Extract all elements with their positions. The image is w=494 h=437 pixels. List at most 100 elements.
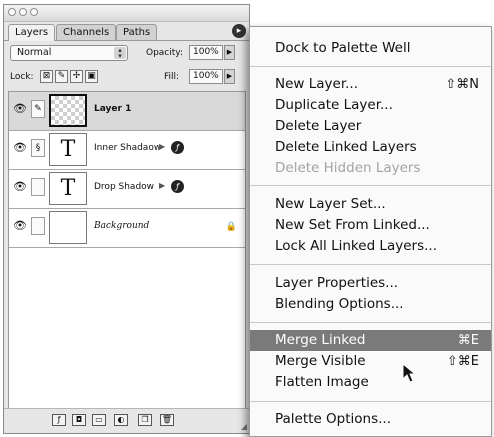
type-t-icon: T [60,176,76,201]
menu-item-dock-to-palette-well[interactable]: Dock to Palette Well [250,38,491,59]
menu-item-delete-layer[interactable]: Delete Layer [250,116,491,137]
blend-mode-value: Normal [17,47,52,58]
layer-row-drop-shadow[interactable]: 👁 T Drop Shadow ▶ ƒ [9,170,245,209]
menu-separator [250,401,491,402]
lock-all-icon[interactable]: ▣ [85,70,98,83]
resize-grip-icon[interactable]: ◢ [241,422,247,431]
menu-item-label: Palette Options... [275,411,392,427]
palette-titlebar [4,5,249,22]
trash-icon[interactable]: 🗑 [160,414,174,426]
menu-item-shortcut: ⌘E [457,333,479,348]
menu-item-label: Flatten Image [275,374,369,390]
type-t-icon: T [60,137,76,162]
menu-item-new-layer-set[interactable]: New Layer Set... [250,194,491,215]
mouse-pointer-icon [402,363,417,383]
layer-name: Background [94,221,150,231]
layer-name: Inner Shadaow [94,143,162,153]
lock-image-icon[interactable]: ✎ [55,70,68,83]
menu-separator [250,264,491,265]
menu-item-label: Lock All Linked Layers... [275,238,437,254]
menu-item-delete-linked-layers[interactable]: Delete Linked Layers [250,137,491,158]
menu-separator [250,66,491,67]
menu-item-blending-options[interactable]: Blending Options... [250,294,491,315]
expand-effects-arrow-icon[interactable]: ▶ [159,142,165,151]
layers-palette: Layers Channels Paths ▸ Normal ▴ ▾ Opacit… [3,4,250,434]
tab-channels[interactable]: Channels [56,24,117,40]
menu-item-label: Delete Linked Layers [275,139,417,155]
lock-row: Lock: ⊠ ✎ ✢ ▣ Fill: 100% ▶ [4,67,249,89]
menu-item-shortcut: ⇧⌘E [446,354,479,369]
blend-row: Normal ▴ ▾ Opacity: 100% ▶ [4,43,249,65]
palette-bottom-bar: ƒ ◘ ▭ ◐ ❐ 🗑 ◢ [4,408,249,433]
text-layer-thumbnail: T [49,133,87,166]
visibility-eye-icon[interactable]: 👁 [12,140,28,156]
menu-item-merge-visible[interactable]: Merge Visible ⇧⌘E [250,351,491,372]
tab-paths[interactable]: Paths [116,24,158,40]
menu-item-label: New Layer... [275,76,359,92]
link-chain-icon[interactable]: § [31,139,45,157]
layer-effects-icon: ƒ [171,141,184,154]
fill-input[interactable]: 100% [189,69,223,84]
tab-layers[interactable]: Layers [8,24,56,41]
add-layer-style-icon[interactable]: ƒ [52,414,66,426]
layer-row-inner-shadow[interactable]: 👁 § T Inner Shadaow ▶ ƒ [9,131,245,170]
new-layer-set-icon[interactable]: ▭ [92,414,106,426]
text-layer-thumbnail: T [49,172,87,205]
menu-item-shortcut: ⇧⌘N [445,77,479,92]
menu-item-layer-properties[interactable]: Layer Properties... [250,273,491,294]
menu-item-label: Layer Properties... [275,275,399,291]
minimize-window-button[interactable] [19,8,27,16]
palette-flyout-menu: Dock to Palette Well New Layer... ⇧⌘N Du… [249,26,492,437]
blend-mode-select[interactable]: Normal ▴ ▾ [10,45,128,61]
palette-tabs: Layers Channels Paths ▸ [4,22,249,41]
visibility-eye-icon[interactable]: 👁 [12,101,28,117]
opacity-slider-arrow[interactable]: ▶ [224,45,235,60]
lock-position-icon[interactable]: ✢ [70,70,83,83]
visibility-eye-icon[interactable]: 👁 [12,218,28,234]
menu-item-label: Dock to Palette Well [275,40,411,56]
opacity-label: Opacity: [146,48,183,58]
link-box[interactable] [31,178,45,196]
menu-item-palette-options[interactable]: Palette Options... [250,409,491,430]
menu-item-merge-linked[interactable]: Merge Linked ⌘E [250,330,491,351]
new-adjustment-layer-icon[interactable]: ◐ [114,414,128,426]
menu-item-label: Duplicate Layer... [275,97,393,113]
close-window-button[interactable] [8,8,16,16]
select-stepper-icon: ▴ ▾ [114,47,126,60]
menu-item-new-set-from-linked[interactable]: New Set From Linked... [250,215,491,236]
menu-item-label: Delete Layer [275,118,362,134]
opacity-input[interactable]: 100% [189,45,223,60]
layer-list: 👁 ✎ Layer 1 👁 § T Inner Shadaow ▶ ƒ 👁 T … [8,91,246,411]
menu-item-flatten-image[interactable]: Flatten Image [250,372,491,393]
lock-transparency-icon[interactable]: ⊠ [40,70,53,83]
layer-thumbnail [49,211,87,244]
menu-item-duplicate-layer[interactable]: Duplicate Layer... [250,95,491,116]
palette-menu-button[interactable]: ▸ [232,24,246,38]
menu-item-label: Merge Linked [275,332,366,348]
visibility-eye-icon[interactable]: 👁 [12,179,28,195]
menu-item-label: Merge Visible [275,353,366,369]
layer-row-layer-1[interactable]: 👁 ✎ Layer 1 [9,92,245,131]
layer-thumbnail [49,94,87,127]
menu-item-delete-hidden-layers: Delete Hidden Layers [250,158,491,179]
add-mask-icon[interactable]: ◘ [72,414,86,426]
menu-item-label: Delete Hidden Layers [275,160,421,176]
lock-icon: 🔒 [225,222,237,232]
fill-slider-arrow[interactable]: ▶ [224,69,235,84]
link-box[interactable] [31,217,45,235]
lock-label: Lock: [10,72,34,82]
new-layer-icon[interactable]: ❐ [138,414,152,426]
menu-item-label: New Layer Set... [275,196,386,212]
zoom-window-button[interactable] [30,8,38,16]
menu-item-label: Blending Options... [275,296,404,312]
menu-separator [250,185,491,186]
layer-effects-icon: ƒ [171,180,184,193]
brush-icon[interactable]: ✎ [31,100,45,118]
layer-row-background[interactable]: 👁 Background 🔒 [9,209,245,248]
layer-name: Layer 1 [94,104,132,114]
menu-item-lock-all-linked-layers[interactable]: Lock All Linked Layers... [250,236,491,257]
menu-item-label: New Set From Linked... [275,217,430,233]
fill-label: Fill: [164,72,180,82]
menu-item-new-layer[interactable]: New Layer... ⇧⌘N [250,74,491,95]
expand-effects-arrow-icon[interactable]: ▶ [159,181,165,190]
